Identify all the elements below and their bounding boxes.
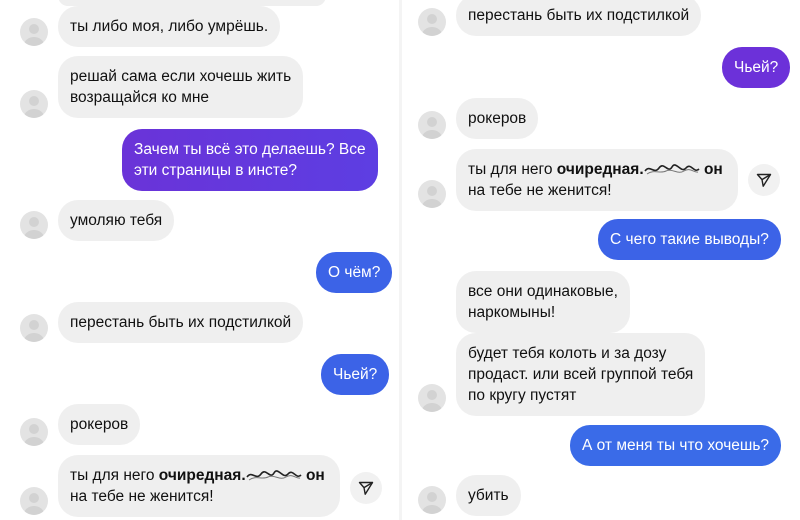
avatar[interactable]: [20, 314, 48, 342]
message-incoming: ты для него очиредная. он на тебе не жен…: [456, 149, 738, 211]
message-incoming: решай сама если хочешь жить возращайся к…: [58, 56, 304, 118]
message-text-bold: очиредная.: [158, 467, 246, 484]
message-incoming: все они одинаковые, наркомыны!: [456, 271, 630, 333]
message-incoming: перестань быть их подстилкой: [58, 302, 304, 343]
message-text: перестань быть их подстилкой: [468, 7, 690, 24]
share-button[interactable]: [748, 164, 780, 196]
message-text: О чём?: [328, 264, 381, 281]
avatar[interactable]: [418, 384, 446, 412]
message-text: Чьей?: [734, 59, 779, 76]
message-outgoing: А от меня ты что хочешь?: [570, 425, 782, 466]
message-text-line: возращайся ко мне: [70, 89, 210, 106]
message-text-line: наркомыны!: [468, 304, 556, 321]
chat-screenshot-right: перестань быть их подстилкой Чьей? рокер…: [402, 0, 800, 520]
avatar[interactable]: [418, 486, 446, 514]
redaction-scribble: [245, 470, 302, 481]
message-outgoing: Чьей?: [722, 47, 791, 88]
message-text-line: на тебе не женится!: [70, 488, 214, 505]
avatar[interactable]: [418, 111, 446, 139]
message-text-line: эти страницы в инсте?: [134, 162, 297, 179]
message-incoming: умоляю тебя: [58, 200, 175, 241]
message-text: перестань быть их подстилкой: [70, 314, 292, 331]
message-outgoing: Чьей?: [321, 354, 390, 395]
message-incoming: будет тебя колоть и за дозу продаст. или…: [456, 333, 706, 416]
message-text-line: Зачем ты всё это делаешь? Все: [134, 141, 366, 158]
avatar[interactable]: [20, 418, 48, 446]
share-icon: [756, 173, 772, 187]
message-text-line: на тебе не женится!: [468, 182, 612, 199]
redaction-scribble: [643, 164, 700, 175]
message-text: ты для него: [468, 161, 557, 178]
avatar[interactable]: [418, 8, 446, 36]
message-text-line: по кругу пустят: [468, 387, 577, 404]
message-incoming: рокеров: [456, 98, 539, 139]
message-outgoing: Зачем ты всё это делаешь? Все эти страни…: [122, 129, 378, 191]
message-text: рокеров: [468, 110, 527, 127]
avatar[interactable]: [20, 211, 48, 239]
avatar[interactable]: [20, 487, 48, 515]
message-text: ты для него: [70, 467, 159, 484]
message-text-line: будет тебя колоть и за дозу: [468, 345, 667, 362]
message-text: рокеров: [70, 416, 129, 433]
message-text-line: все они одинаковые,: [468, 283, 618, 300]
chat-screenshot-left: ты либо моя, либо умрёшь. решай сама есл…: [0, 0, 400, 520]
message-incoming: убить: [456, 475, 521, 516]
message-incoming: рокеров: [58, 404, 141, 445]
message-incoming: ты для него очиредная. он на тебе не жен…: [58, 455, 340, 517]
message-text: Чьей?: [333, 366, 378, 383]
message-text-bold: он: [699, 161, 723, 178]
message-outgoing: О чём?: [316, 252, 393, 293]
avatar[interactable]: [418, 180, 446, 208]
share-icon: [358, 481, 374, 495]
message-text: ты либо моя, либо умрёшь.: [70, 18, 269, 35]
message-text: убить: [468, 487, 509, 504]
message-text: А от меня ты что хочешь?: [582, 437, 770, 454]
share-button[interactable]: [350, 472, 382, 504]
message-text-line: решай сама если хочешь жить: [70, 68, 292, 85]
message-text: С чего такие выводы?: [610, 231, 769, 248]
avatar[interactable]: [20, 90, 48, 118]
message-incoming: ты либо моя, либо умрёшь.: [58, 6, 281, 47]
message-text: умоляю тебя: [70, 212, 163, 229]
message-text-bold: очиредная.: [556, 161, 644, 178]
message-incoming: перестань быть их подстилкой: [456, 0, 702, 36]
message-text-bold: он: [301, 467, 325, 484]
message-outgoing: С чего такие выводы?: [598, 219, 781, 260]
avatar[interactable]: [20, 18, 48, 46]
message-text-line: продаст. или всей группой тебя: [468, 366, 694, 383]
